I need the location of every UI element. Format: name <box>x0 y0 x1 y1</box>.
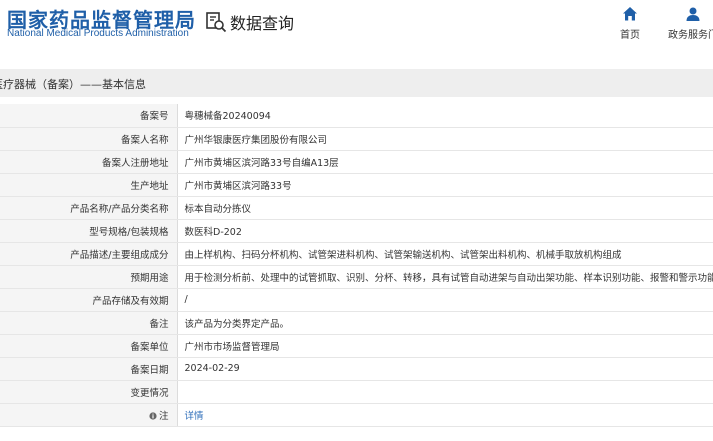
detail-label: 备案人名称 <box>120 134 169 146</box>
detail-row: 备案日期 2024-02-29 <box>0 357 713 381</box>
site-logo-subtitle: National Medical Products Administration <box>7 28 189 39</box>
detail-label-cell: 注 <box>0 403 178 427</box>
detail-value: 广州市市场监督管理局 <box>184 341 280 353</box>
detail-label-cell: 生产地址 <box>0 173 178 197</box>
detail-row: 预期用途 用于检测分析前、处理中的试管抓取、识别、分杯、转移，具有试管自动进架与自… <box>0 265 713 289</box>
detail-label-cell: 变更情况 <box>0 380 178 404</box>
detail-value-cell: 标本自动分拣仪 <box>177 196 713 220</box>
detail-value: 数医科D-202 <box>184 226 242 238</box>
detail-value: 2024-02-29 <box>184 363 240 374</box>
detail-label-cell: 产品存储及有效期 <box>0 288 178 312</box>
detail-value-cell: 广州市黄埔区滨河路33号 <box>177 173 713 197</box>
detail-value-cell: 由上样机构、扫码分杯机构、试管架进料机构、试管架输送机构、试管架出料机构、机械手… <box>177 242 713 266</box>
page-title: 数据查询 <box>230 14 295 33</box>
detail-value-cell: / <box>177 288 713 312</box>
detail-label: 备案人注册地址 <box>101 157 169 169</box>
detail-value: / <box>184 294 188 305</box>
detail-label: 备案日期 <box>130 364 169 376</box>
detail-label: 产品名称/产品分类名称 <box>70 203 169 215</box>
detail-row: 备注 该产品为分类界定产品。 <box>0 311 713 335</box>
detail-row: 备案号 粤穗械备20240094 <box>0 104 713 128</box>
user-icon <box>686 7 700 21</box>
detail-label-cell: 型号规格/包装规格 <box>0 219 178 243</box>
detail-value: 该产品为分类界定产品。 <box>184 318 290 330</box>
site-header: 国家药品监督管理局 National Medical Products Admi… <box>0 0 713 54</box>
detail-value-cell: 广州市黄埔区滨河路33号自编A13层 <box>177 150 713 174</box>
detail-value-cell: 用于检测分析前、处理中的试管抓取、识别、分杯、转移，具有试管自动进架与自动出架功… <box>177 265 713 289</box>
detail-value-cell: 广州华银康医疗集团股份有限公司 <box>177 127 713 151</box>
detail-label: 备注 <box>149 318 169 330</box>
detail-label: 生产地址 <box>130 180 169 192</box>
detail-label: 备案单位 <box>130 341 169 353</box>
record-detail-rows: 备案号 粤穗械备20240094 备案人名称 广州华银康医疗集团股份有限公司备案人注册… <box>0 104 713 427</box>
detail-label: 型号规格/包装规格 <box>89 226 169 238</box>
detail-value: 用于检测分析前、处理中的试管抓取、识别、分杯、转移，具有试管自动进架与自动出架功… <box>184 272 713 284</box>
record-detail-table: 备案号 粤穗械备20240094 备案人名称 广州华银康医疗集团股份有限公司备案人注册… <box>0 104 713 427</box>
detail-row: 生产地址 广州市黄埔区滨河路33号 <box>0 173 713 197</box>
detail-row: 备案人名称 广州华银康医疗集团股份有限公司 <box>0 127 713 151</box>
detail-value: 粤穗械备20240094 <box>184 111 271 123</box>
detail-row: 变更情况 <box>0 380 713 404</box>
detail-label: 备案号 <box>139 111 169 123</box>
detail-label-cell: 备案人名称 <box>0 127 178 151</box>
search-document-icon <box>206 12 227 33</box>
detail-row: 产品描述/主要组成成分 由上样机构、扫码分杯机构、试管架进料机构、试管架输送机构、… <box>0 242 713 266</box>
detail-label-cell: 备案号 <box>0 104 178 128</box>
detail-label-cell: 预期用途 <box>0 265 178 289</box>
detail-value: 广州市黄埔区滨河路33号 <box>184 180 292 192</box>
detail-value-cell: 粤穗械备20240094 <box>177 104 713 128</box>
detail-label-cell: 备案人注册地址 <box>0 150 178 174</box>
detail-value: 由上样机构、扫码分杯机构、试管架进料机构、试管架输送机构、试管架出料机构、机械手… <box>184 249 622 261</box>
detail-value-cell: 2024-02-29 <box>177 357 713 381</box>
detail-value: 标本自动分拣仪 <box>184 203 252 215</box>
nav-government-services-label: 政务服务门 <box>668 30 713 41</box>
detail-row: 注 详情 <box>0 403 713 427</box>
nav-home[interactable]: 首页 <box>600 6 660 41</box>
detail-row: 备案单位 广州市市场监督管理局 <box>0 334 713 358</box>
section-title: 医疗器械（备案）——基本信息 <box>0 78 146 91</box>
detail-value-cell <box>177 380 713 404</box>
detail-value: 广州市黄埔区滨河路33号自编A13层 <box>184 157 339 169</box>
detail-label-cell: 备注 <box>0 311 178 335</box>
detail-row: 型号规格/包装规格 数医科D-202 <box>0 219 713 243</box>
detail-label: 变更情况 <box>130 387 169 399</box>
detail-row: 产品存储及有效期 / <box>0 288 713 312</box>
detail-row: 产品名称/产品分类名称 标本自动分拣仪 <box>0 196 713 220</box>
detail-value-cell: 数医科D-202 <box>177 219 713 243</box>
details-link[interactable]: 详情 <box>185 411 204 422</box>
nav-government-services[interactable]: 政务服务门 <box>663 6 713 41</box>
detail-label: 产品描述/主要组成成分 <box>70 249 169 261</box>
detail-label: 注 <box>158 410 169 422</box>
page-title-block: 数据查询 <box>205 10 294 34</box>
detail-label-cell: 产品名称/产品分类名称 <box>0 196 178 220</box>
info-icon <box>149 412 157 420</box>
detail-label-cell: 产品描述/主要组成成分 <box>0 242 178 266</box>
detail-value-cell: 详情 <box>177 403 713 427</box>
detail-value-cell: 广州市市场监督管理局 <box>177 334 713 358</box>
section-header-bar: 医疗器械（备案）——基本信息 <box>0 69 713 97</box>
home-icon <box>623 7 637 21</box>
detail-value: 广州华银康医疗集团股份有限公司 <box>184 134 328 146</box>
detail-label: 预期用途 <box>130 272 169 284</box>
nav-home-label: 首页 <box>620 30 640 41</box>
detail-label: 产品存储及有效期 <box>92 295 169 307</box>
detail-label-cell: 备案单位 <box>0 334 178 358</box>
detail-row: 备案人注册地址 广州市黄埔区滨河路33号自编A13层 <box>0 150 713 174</box>
detail-value-cell: 该产品为分类界定产品。 <box>177 311 713 335</box>
detail-label-cell: 备案日期 <box>0 357 178 381</box>
